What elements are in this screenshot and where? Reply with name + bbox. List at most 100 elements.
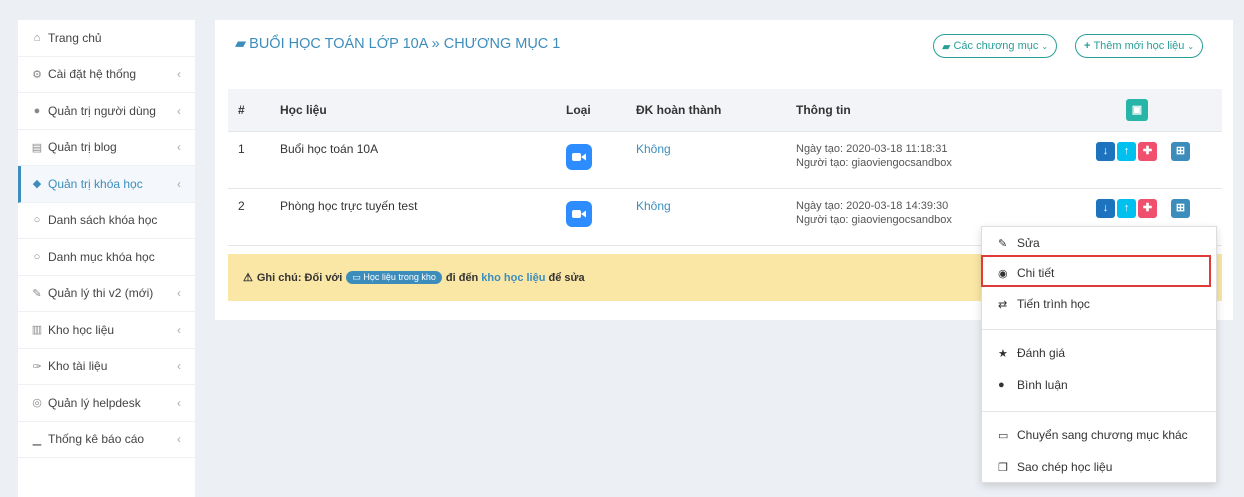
row-completion: Không — [626, 188, 786, 246]
sidebar-item-documents[interactable]: ✑ Kho tài liệu ‹ — [18, 349, 195, 385]
sidebar: ⌂ Trang chủ ⚙ Cài đặt hệ thống ‹ ● Quản trị … — [18, 20, 195, 497]
menu-item-edit[interactable]: ✎ Sửa — [982, 229, 1216, 257]
material-warehouse-link[interactable]: kho học liệu — [481, 272, 545, 284]
paperclip-icon: ✑ — [32, 360, 42, 373]
row-material-name: Phòng học trực tuyến test — [270, 188, 556, 246]
col-header-completion: ĐK hoàn thành — [626, 89, 786, 132]
folder-open-icon: ▭ — [998, 429, 1009, 442]
move-up-button[interactable]: ↑ — [1117, 198, 1136, 218]
circle-icon: ○ — [33, 214, 41, 227]
chevron-left-icon: ‹ — [177, 140, 181, 155]
menu-item-rating[interactable]: ★ Đánh giá — [982, 339, 1216, 367]
menu-item-copy[interactable]: ❐ Sao chép học liệu — [982, 453, 1216, 481]
row-actions: ↓ ↑ ✚ ⊞ — [1086, 131, 1222, 189]
sidebar-item-helpdesk[interactable]: ◎ Quản lý helpdesk ‹ — [18, 385, 195, 422]
add-material-button[interactable]: + Thêm mới học liệu ⌄ — [1075, 34, 1204, 58]
actions-menu-button[interactable]: ⊞ — [1171, 198, 1190, 218]
row-number: 2 — [228, 188, 270, 246]
sidebar-item-label: Quản trị blog — [48, 140, 117, 155]
page-title: ▰ BUỔI HỌC TOÁN LỚP 10A » CHƯƠNG MỤC 1 — [235, 36, 561, 52]
table-row: 1 Buổi học toán 10A Không Ngày tạo: 2020… — [228, 131, 1222, 189]
bar-chart-icon: ▁ — [32, 433, 42, 446]
move-button[interactable]: ✚ — [1138, 198, 1157, 218]
move-down-button[interactable]: ↓ — [1096, 198, 1115, 218]
circle-icon: ○ — [33, 250, 41, 263]
save-icon[interactable]: ▣ — [1126, 98, 1148, 121]
sidebar-item-course-list[interactable]: ○ Danh sách khóa học — [18, 203, 195, 239]
sidebar-item-users[interactable]: ● Quản trị người dùng ‹ — [18, 93, 195, 130]
chapters-dropdown-button[interactable]: ▰ Các chương mục ⌄ — [933, 34, 1058, 58]
gear-icon: ⚙ — [32, 68, 42, 81]
video-camera-icon — [566, 200, 592, 227]
sidebar-item-label: Quản lý thi v2 (mới) — [48, 286, 154, 301]
chevron-left-icon: ‹ — [177, 103, 181, 118]
life-ring-icon: ◎ — [32, 397, 42, 410]
sidebar-item-system-settings[interactable]: ⚙ Cài đặt hệ thống ‹ — [18, 57, 195, 93]
row-info: Ngày tạo: 2020-03-18 11:18:31 Người tạo: … — [786, 131, 1086, 189]
warning-icon: ⚠ — [243, 272, 253, 284]
highlight-box — [981, 255, 1211, 287]
sidebar-item-label: Kho tài liệu — [48, 359, 108, 374]
sidebar-item-label: Danh mục khóa học — [48, 249, 155, 264]
actions-menu-button[interactable]: ⊞ — [1171, 141, 1190, 161]
edit-icon: ✎ — [32, 287, 42, 300]
video-camera-icon — [566, 143, 592, 170]
row-number: 1 — [228, 131, 270, 189]
row-material-name: Buổi học toán 10A — [270, 131, 556, 189]
table-header-row: # Học liệu Loại ĐK hoàn thành Thông tin … — [228, 89, 1222, 132]
book-icon: ▰ — [942, 40, 951, 53]
home-icon: ⌂ — [33, 31, 41, 44]
sidebar-item-home[interactable]: ⌂ Trang chủ — [18, 20, 195, 57]
col-header-number: # — [228, 89, 270, 132]
sidebar-item-label: Thống kê báo cáo — [48, 432, 145, 447]
sidebar-item-label: Danh sách khóa học — [48, 213, 158, 228]
chevron-down-icon: ⌄ — [1187, 41, 1195, 51]
menu-divider — [982, 329, 1216, 330]
graduation-cap-icon: ◆ — [32, 178, 42, 191]
menu-item-move-chapter[interactable]: ▭ Chuyển sang chương mục khác — [982, 421, 1216, 449]
bank-icon: ▥ — [31, 324, 43, 337]
sidebar-item-label: Trang chủ — [48, 30, 102, 45]
sidebar-item-courses[interactable]: ◆ Quản trị khóa học ‹ — [18, 166, 195, 203]
sidebar-item-exams[interactable]: ✎ Quản lý thi v2 (mới) ‹ — [18, 276, 195, 312]
sidebar-item-course-categories[interactable]: ○ Danh mục khóa học — [18, 239, 195, 276]
copy-icon: ❐ — [998, 461, 1008, 474]
chevron-left-icon: ‹ — [177, 395, 181, 410]
row-completion: Không — [626, 131, 786, 189]
sidebar-item-blog[interactable]: ▤ Quản trị blog ‹ — [18, 130, 195, 166]
move-up-button[interactable]: ↑ — [1117, 141, 1136, 161]
col-header-info: Thông tin — [786, 89, 1086, 132]
sidebar-item-learning-materials[interactable]: ▥ Kho học liệu ‹ — [18, 312, 195, 349]
edit-icon: ✎ — [998, 237, 1008, 250]
chevron-left-icon: ‹ — [177, 67, 181, 82]
chevron-left-icon: ‹ — [177, 359, 181, 374]
col-header-type: Loại — [556, 89, 626, 132]
sidebar-item-label: Cài đặt hệ thống — [48, 67, 137, 82]
menu-item-comments[interactable]: ● Bình luận — [982, 371, 1216, 399]
sidebar-item-label: Kho học liệu — [48, 322, 115, 337]
move-button[interactable]: ✚ — [1138, 141, 1157, 161]
user-icon: ● — [33, 104, 41, 117]
exchange-icon: ⇄ — [998, 298, 1008, 311]
comments-icon: ● — [998, 379, 1005, 391]
inbox-icon: ▭ — [352, 272, 361, 282]
plus-icon: + — [1084, 40, 1091, 52]
book-icon: ▰ — [235, 36, 247, 52]
chevron-left-icon: ‹ — [177, 432, 181, 447]
warehouse-material-tag: ▭ Học liệu trong kho — [346, 271, 442, 284]
materials-table: # Học liệu Loại ĐK hoàn thành Thông tin … — [228, 89, 1222, 246]
chevron-left-icon: ‹ — [177, 286, 181, 301]
row-type — [556, 131, 626, 189]
col-header-material: Học liệu — [270, 89, 556, 132]
chevron-left-icon: ‹ — [177, 322, 181, 337]
col-header-actions: ▣ — [1086, 89, 1222, 132]
menu-item-progress[interactable]: ⇄ Tiến trình học — [982, 290, 1216, 318]
menu-divider — [982, 411, 1216, 412]
sidebar-item-reports[interactable]: ▁ Thống kê báo cáo ‹ — [18, 422, 195, 458]
chevron-left-icon: ‹ — [177, 176, 181, 191]
star-icon: ★ — [998, 347, 1008, 360]
move-down-button[interactable]: ↓ — [1096, 141, 1115, 161]
sidebar-item-label: Quản trị người dùng — [48, 103, 156, 118]
chevron-down-icon: ⌄ — [1041, 41, 1049, 51]
blog-icon: ▤ — [31, 141, 43, 154]
